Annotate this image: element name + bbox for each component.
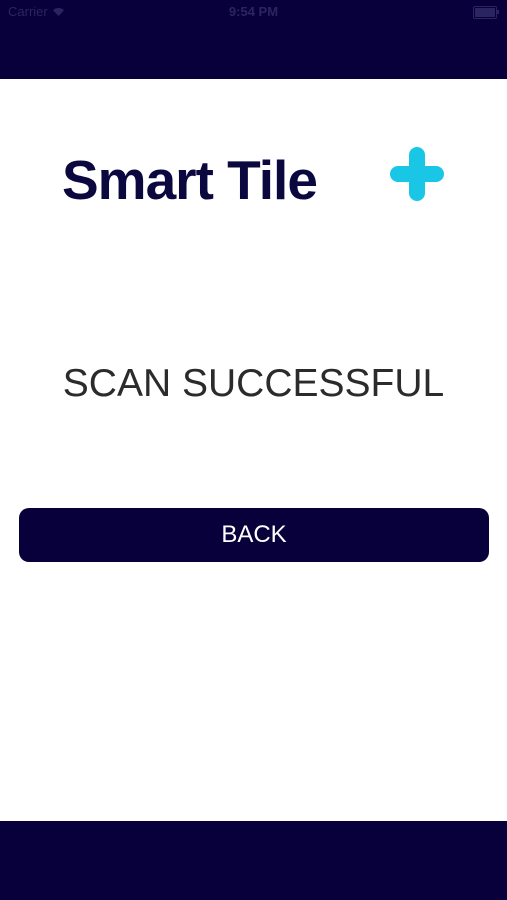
battery-icon [473,6,499,19]
logo-text: Smart Tile [62,149,318,211]
back-button[interactable]: BACK [19,508,489,562]
bottom-bar [0,821,507,900]
top-navigation-bar: Carrier 9:54 PM [0,0,507,79]
plus-icon [390,147,444,201]
status-time: 9:54 PM [228,4,279,19]
smart-tile-logo: Smart Tile [62,145,452,215]
scan-status-message: SCAN SUCCESSFUL [62,362,445,405]
battery-level-fill [475,8,495,17]
back-button-label: BACK [221,521,287,548]
status-bar: Carrier 9:54 PM [0,0,507,26]
status-right [473,6,499,19]
